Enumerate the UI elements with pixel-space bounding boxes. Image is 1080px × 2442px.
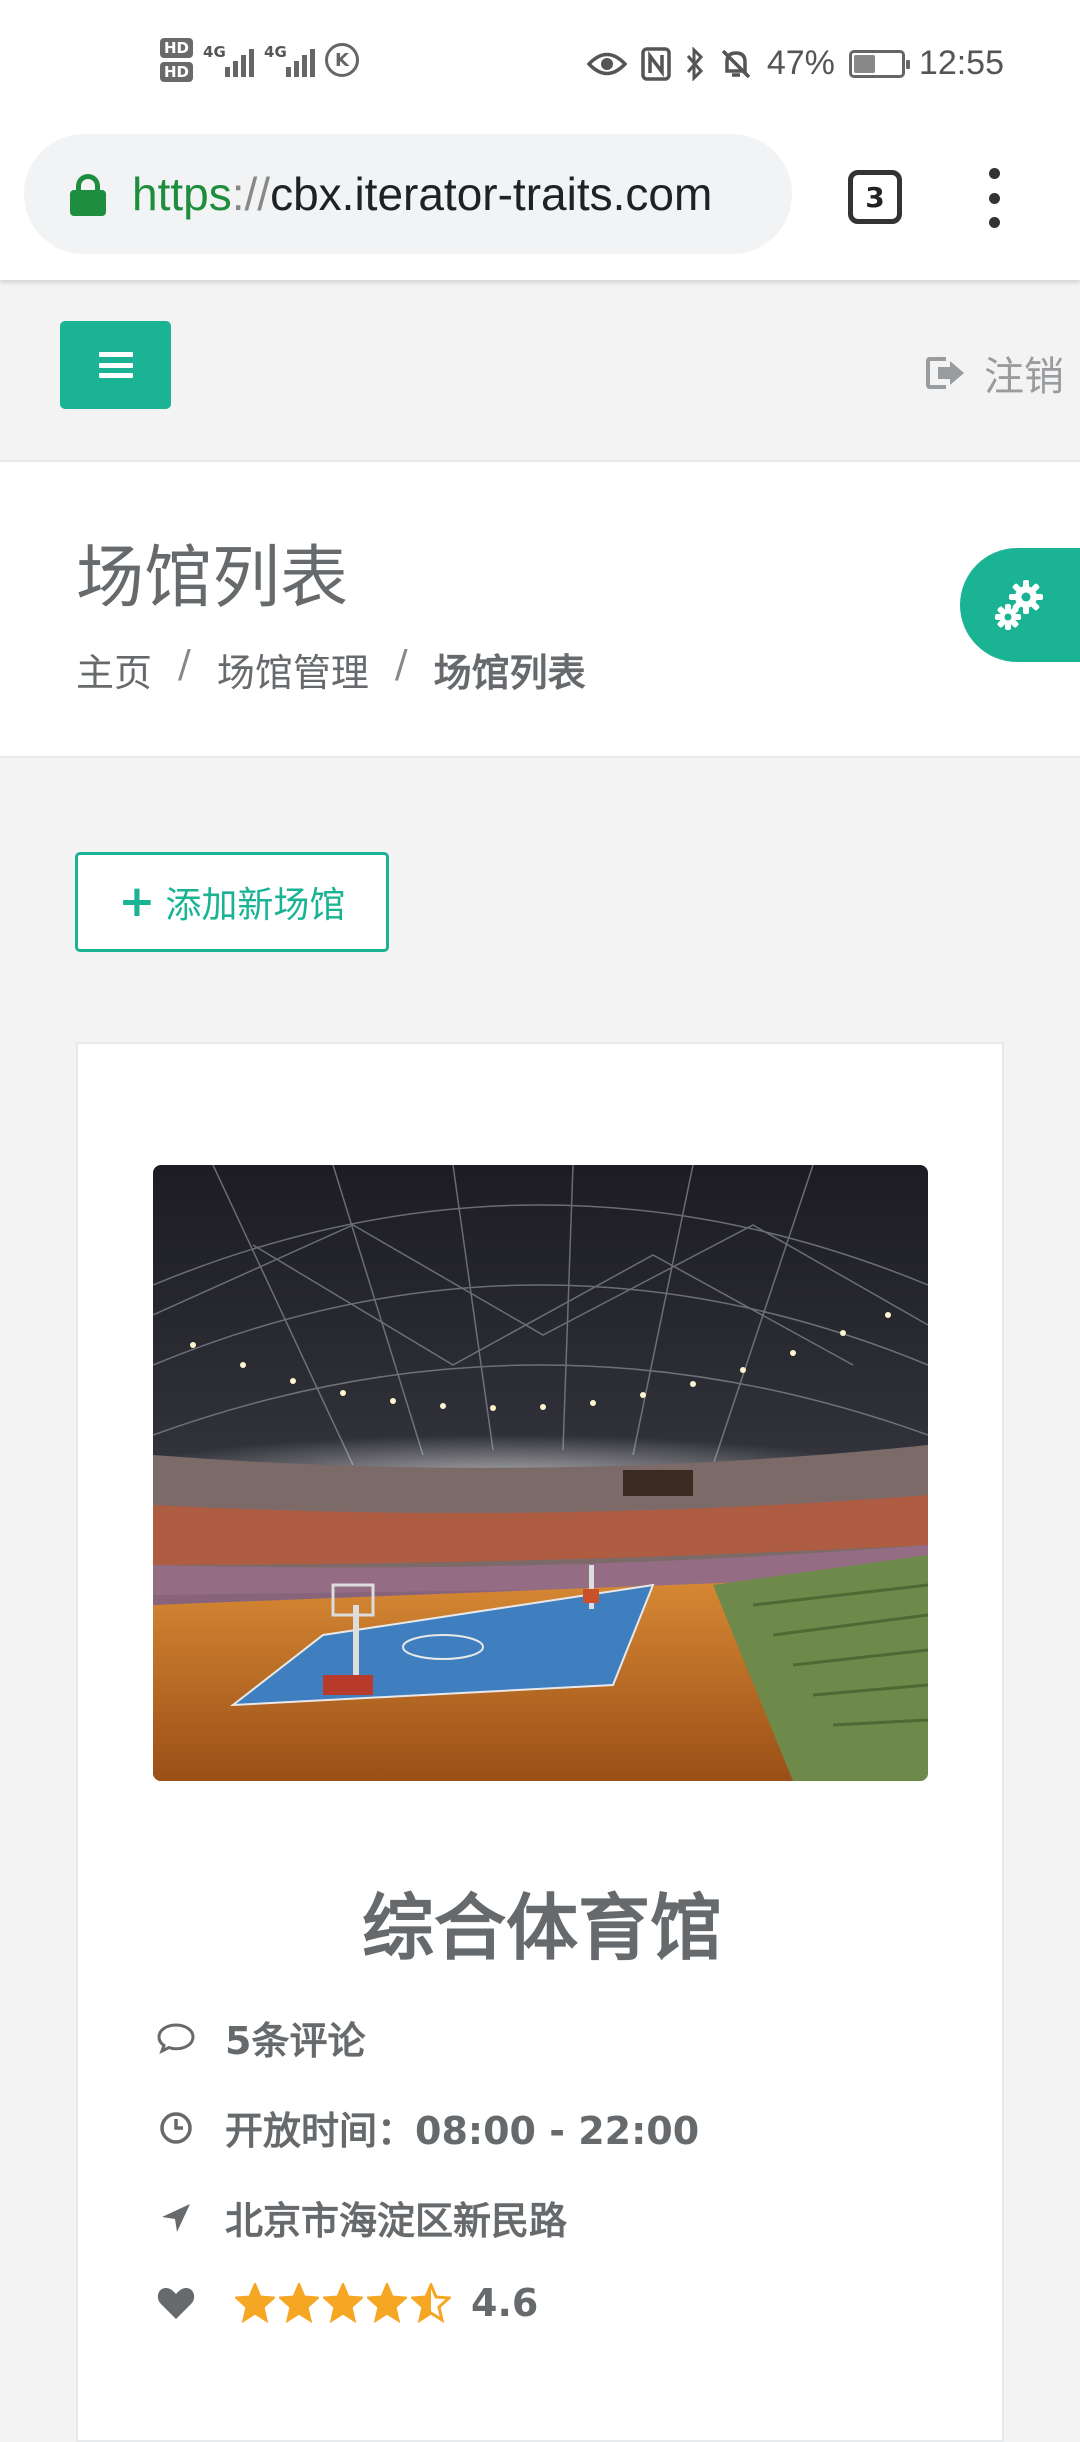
nfc-icon: [641, 46, 671, 81]
venue-address: 北京市海淀区新民路: [225, 2199, 568, 2243]
rating-row: 4.6: [153, 2280, 538, 2326]
venue-card: 综合体育馆 5条评论 开放时间：08:00 - 22:00 北京市海淀区新民路 …: [76, 1042, 1004, 2442]
breadcrumb-separator: /: [394, 642, 408, 686]
gears-icon: [995, 580, 1043, 630]
more-menu-icon[interactable]: [986, 168, 1002, 228]
browser-toolbar: https://cbx.iterator-traits.com 3: [0, 132, 1080, 280]
arena-illustration: [153, 1165, 928, 1781]
breadcrumb-separator: /: [178, 642, 191, 686]
logout-label: 注销: [984, 354, 1064, 400]
eye-icon: [586, 52, 627, 75]
add-venue-label: 添加新场馆: [165, 885, 346, 926]
address-bar[interactable]: https://cbx.iterator-traits.com: [24, 134, 792, 254]
page-heading: 场馆列表 主页 / 场馆管理 / 场馆列表: [0, 462, 1080, 758]
venue-name[interactable]: 综合体育馆: [78, 1869, 1006, 1974]
hamburger-icon: [98, 352, 133, 378]
rating-stars: [235, 2283, 451, 2323]
star-half-icon: [411, 2283, 451, 2323]
venue-photo[interactable]: [153, 1165, 928, 1781]
plus-icon: +: [118, 876, 156, 927]
breadcrumb: 主页 / 场馆管理 / 场馆列表: [76, 642, 586, 697]
page-title: 场馆列表: [76, 539, 349, 618]
url-text[interactable]: https://cbx.iterator-traits.com: [132, 167, 712, 221]
bluetooth-icon: [686, 46, 703, 81]
logout-link[interactable]: 注销: [926, 344, 1064, 402]
status-bar: HD HD 4G 4G K 47% 12:55: [0, 0, 1080, 132]
tab-switcher-button[interactable]: 3: [848, 170, 902, 224]
signal-2-icon: 4G: [264, 43, 316, 77]
url-scheme: https: [132, 168, 232, 220]
hours-row: 开放时间：08:00 - 22:00: [153, 2100, 699, 2155]
battery-percent: 47%: [766, 44, 835, 82]
hd2-label: HD: [160, 62, 194, 82]
theme-settings-button[interactable]: [960, 548, 1080, 662]
lock-icon[interactable]: [70, 174, 106, 216]
network-indicators: HD HD 4G 4G K: [160, 38, 360, 82]
star-full-icon: [323, 2283, 363, 2323]
breadcrumb-home[interactable]: 主页: [76, 642, 152, 697]
signal-1-icon: 4G: [203, 43, 255, 77]
url-host: cbx.iterator-traits.com: [270, 168, 713, 220]
clock-icon: [153, 2105, 199, 2151]
star-full-icon: [367, 2283, 407, 2323]
breadcrumb-current: 场馆列表: [433, 651, 586, 695]
heart-icon[interactable]: [153, 2280, 199, 2326]
menu-toggle-button[interactable]: [60, 321, 171, 409]
battery-icon: [848, 49, 910, 78]
k-app-icon: K: [325, 43, 360, 77]
star-full-icon: [235, 2283, 275, 2323]
sign-out-icon: [926, 357, 964, 389]
network-type-1: 4G: [203, 43, 226, 61]
location-arrow-icon: [153, 2195, 199, 2241]
breadcrumb-venue-management[interactable]: 场馆管理: [217, 642, 369, 697]
network-type-2: 4G: [264, 43, 287, 61]
clock: 12:55: [918, 44, 1004, 82]
comments-count[interactable]: 5条评论: [225, 2010, 365, 2065]
hd1-label: HD: [160, 38, 194, 58]
comments-row[interactable]: 5条评论: [153, 2010, 365, 2065]
add-venue-button[interactable]: + 添加新场馆: [75, 852, 389, 952]
url-separator: ://: [231, 168, 271, 220]
system-indicators: 47% 12:55: [586, 44, 1004, 83]
comment-icon: [153, 2015, 199, 2061]
star-full-icon: [279, 2283, 319, 2323]
opening-hours: 开放时间：08:00 - 22:00: [225, 2109, 700, 2153]
address-row: 北京市海淀区新民路: [153, 2190, 567, 2245]
hd-call-icon: HD HD: [160, 38, 194, 82]
top-navbar: 注销: [0, 280, 1080, 462]
mute-bell-icon: [721, 49, 751, 78]
rating-value: 4.6: [471, 2281, 539, 2325]
